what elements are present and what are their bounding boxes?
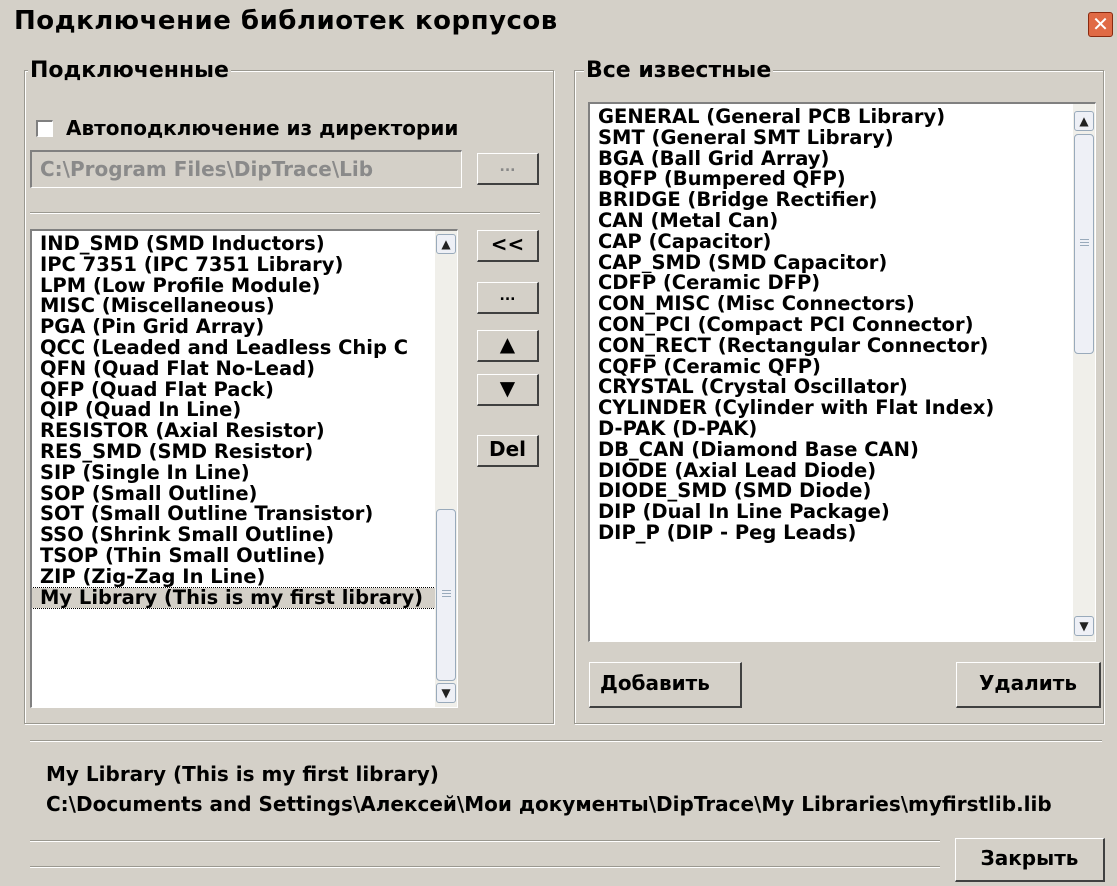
list-item[interactable]: BGA (Ball Grid Array) — [590, 149, 1073, 170]
status-line-bottom — [30, 866, 940, 868]
connected-separator — [30, 212, 540, 214]
list-item[interactable]: My Library (This is my first library) — [32, 586, 436, 610]
browse-directory-button[interactable]: ... — [477, 153, 539, 185]
directory-field[interactable]: C:\Program Files\DipTrace\Lib — [30, 150, 462, 188]
list-item[interactable]: CDFP (Ceramic DFP) — [590, 273, 1073, 294]
dialog-window: Подключение библиотек корпусов ✕ Подключ… — [0, 0, 1117, 886]
list-item[interactable]: CAP (Capacitor) — [590, 232, 1073, 253]
known-group-title: Все известные — [584, 58, 774, 83]
arrow-down-icon: ▼ — [499, 376, 516, 400]
arrow-up-icon: ▲ — [499, 332, 516, 356]
list-item[interactable]: BRIDGE (Bridge Rectifier) — [590, 190, 1073, 211]
remove-library-button[interactable]: Удалить — [956, 662, 1101, 708]
list-item[interactable]: SOP (Small Outline) — [32, 484, 435, 505]
add-library-button[interactable]: Добавить — [589, 662, 742, 708]
list-item[interactable]: SMT (General SMT Library) — [590, 128, 1073, 149]
list-item[interactable]: IND_SMD (SMD Inductors) — [32, 234, 435, 255]
scroll-down-icon[interactable]: ▼ — [1074, 616, 1094, 636]
connected-library-list[interactable]: IND_SMD (SMD Inductors) IPC 7351 (IPC 735… — [30, 229, 458, 708]
more-button[interactable]: ... — [477, 282, 539, 314]
list-item[interactable]: CRYSTAL (Crystal Oscillator) — [590, 377, 1073, 398]
list-item[interactable]: SOT (Small Outline Transistor) — [32, 504, 435, 525]
status-line-top — [30, 840, 940, 842]
title-bar: Подключение библиотек корпусов ✕ — [0, 0, 1117, 44]
list-item[interactable]: QFN (Quad Flat No-Lead) — [32, 359, 435, 380]
list-item[interactable]: SSO (Shrink Small Outline) — [32, 525, 435, 546]
list-item[interactable]: IPC 7351 (IPC 7351 Library) — [32, 255, 435, 276]
list-item[interactable]: CQFP (Ceramic QFP) — [590, 357, 1073, 378]
move-to-connected-button[interactable]: << — [477, 230, 539, 262]
list-item[interactable]: CON_RECT (Rectangular Connector) — [590, 336, 1073, 357]
list-item[interactable]: QCC (Leaded and Leadless Chip C — [32, 338, 435, 359]
known-scrollbar[interactable]: ▲ ▼ — [1073, 104, 1095, 641]
info-separator — [30, 740, 1102, 742]
move-up-button[interactable]: ▲ — [477, 330, 539, 362]
list-item[interactable]: BQFP (Bumpered QFP) — [590, 169, 1073, 190]
list-item[interactable]: D-PAK (D-PAK) — [590, 419, 1073, 440]
list-item[interactable]: ZIP (Zig-Zag In Line) — [32, 567, 435, 588]
window-title: Подключение библиотек корпусов — [14, 6, 558, 36]
list-item[interactable]: QIP (Quad In Line) — [32, 400, 435, 421]
auto-connect-label[interactable]: Автоподключение из директории — [66, 116, 458, 140]
list-item[interactable]: CYLINDER (Cylinder with Flat Index) — [590, 398, 1073, 419]
list-item[interactable]: CAN (Metal Can) — [590, 211, 1073, 232]
list-item[interactable]: QFP (Quad Flat Pack) — [32, 380, 435, 401]
selected-library-path: C:\Documents and Settings\Алексей\Мои до… — [46, 792, 1052, 816]
connected-scroll-thumb[interactable] — [436, 509, 456, 681]
list-item[interactable]: CON_MISC (Misc Connectors) — [590, 294, 1073, 315]
list-item[interactable]: DIODE (Axial Lead Diode) — [590, 461, 1073, 482]
selected-library-name: My Library (This is my first library) — [46, 762, 439, 786]
scroll-up-icon[interactable]: ▲ — [1074, 111, 1094, 131]
list-item[interactable]: DIODE_SMD (SMD Diode) — [590, 481, 1073, 502]
known-library-list[interactable]: GENERAL (General PCB Library) SMT (Genera… — [588, 102, 1096, 642]
list-item[interactable]: TSOP (Thin Small Outline) — [32, 546, 435, 567]
close-button[interactable]: Закрыть — [955, 838, 1105, 882]
list-item[interactable]: MISC (Miscellaneous) — [32, 296, 435, 317]
delete-button[interactable]: Del — [477, 435, 539, 467]
scroll-down-icon[interactable]: ▼ — [436, 683, 456, 703]
connected-group-title: Подключенные — [28, 58, 231, 83]
scroll-up-icon[interactable]: ▲ — [436, 234, 456, 254]
list-item[interactable]: CAP_SMD (SMD Capacitor) — [590, 253, 1073, 274]
list-item[interactable]: DIP_P (DIP - Peg Leads) — [590, 523, 1073, 544]
close-icon: ✕ — [1092, 12, 1109, 36]
list-item[interactable]: GENERAL (General PCB Library) — [590, 107, 1073, 128]
list-item[interactable]: RES_SMD (SMD Resistor) — [32, 442, 435, 463]
list-item[interactable]: DB_CAN (Diamond Base CAN) — [590, 440, 1073, 461]
connected-scrollbar[interactable]: ▲ ▼ — [435, 231, 457, 707]
list-item[interactable]: RESISTOR (Axial Resistor) — [32, 421, 435, 442]
move-down-button[interactable]: ▼ — [477, 374, 539, 406]
list-item[interactable]: SIP (Single In Line) — [32, 463, 435, 484]
close-window-button[interactable]: ✕ — [1088, 12, 1113, 37]
list-item[interactable]: LPM (Low Profile Module) — [32, 276, 435, 297]
list-item[interactable]: PGA (Pin Grid Array) — [32, 317, 435, 338]
auto-connect-checkbox[interactable] — [36, 120, 53, 137]
known-scroll-thumb[interactable] — [1074, 134, 1094, 354]
list-item[interactable]: CON_PCI (Compact PCI Connector) — [590, 315, 1073, 336]
list-item[interactable]: DIP (Dual In Line Package) — [590, 502, 1073, 523]
